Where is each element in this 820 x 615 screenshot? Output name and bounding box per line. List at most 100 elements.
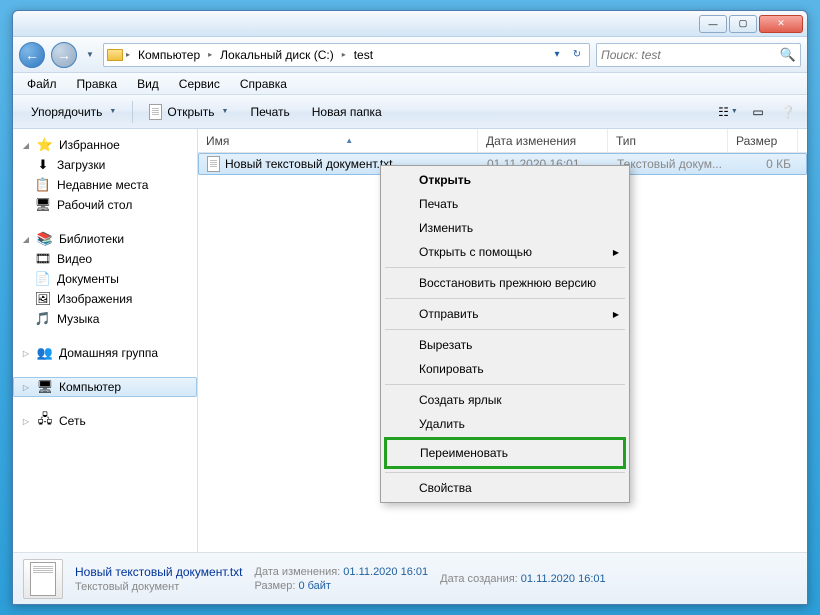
sidebar-computer[interactable]: ▷🖥Компьютер	[13, 377, 197, 397]
ctx-sendto[interactable]: Отправить	[383, 302, 627, 326]
ctx-delete[interactable]: Удалить	[383, 412, 627, 436]
column-headers: Имя▲ Дата изменения Тип Размер	[198, 129, 807, 153]
chevron-right-icon[interactable]: ▸	[206, 50, 214, 59]
search-icon[interactable]: 🔍	[780, 47, 796, 63]
open-button[interactable]: Открыть▼	[139, 100, 238, 124]
desktop-icon: 🖥	[35, 197, 51, 213]
menu-edit[interactable]: Правка	[67, 75, 128, 93]
details-size: 0 байт	[298, 580, 331, 592]
sidebar-libraries[interactable]: ◢📚Библиотеки	[13, 229, 197, 249]
sidebar-homegroup[interactable]: ▷👥Домашняя группа	[13, 343, 197, 363]
homegroup-icon: 👥	[37, 345, 53, 361]
separator	[385, 472, 625, 473]
ctx-rename[interactable]: Переименовать	[387, 440, 623, 466]
print-button[interactable]: Печать	[240, 101, 299, 123]
ctx-restore[interactable]: Восстановить прежнюю версию	[383, 271, 627, 295]
file-name: Новый текстовый документ.txt	[225, 157, 393, 171]
details-created: 01.11.2020 16:01	[521, 573, 606, 585]
menu-tools[interactable]: Сервис	[169, 75, 230, 93]
column-size[interactable]: Размер	[728, 129, 798, 152]
collapse-icon[interactable]: ◢	[21, 140, 31, 150]
breadcrumb-computer[interactable]: Компьютер	[132, 44, 206, 66]
column-date[interactable]: Дата изменения	[478, 129, 608, 152]
search-box[interactable]: 🔍	[596, 43, 801, 67]
sidebar-item-desktop[interactable]: 🖥Рабочий стол	[13, 195, 197, 215]
computer-icon: 🖥	[37, 379, 53, 395]
menu-file[interactable]: Файл	[17, 75, 67, 93]
expand-icon[interactable]: ▷	[21, 416, 31, 426]
details-modified: 01.11.2020 16:01	[343, 566, 428, 578]
search-input[interactable]	[601, 48, 780, 62]
organize-button[interactable]: Упорядочить▼	[21, 101, 126, 123]
separator	[385, 384, 625, 385]
breadcrumb-folder[interactable]: test	[348, 44, 379, 66]
ctx-open[interactable]: Открыть	[383, 168, 627, 192]
details-filetype: Текстовый документ	[75, 581, 243, 593]
recent-icon: 📋	[35, 177, 51, 193]
forward-button[interactable]: →	[51, 42, 77, 68]
details-pane: Новый текстовый документ.txt Текстовый д…	[13, 552, 807, 604]
menu-bar: Файл Правка Вид Сервис Справка	[13, 73, 807, 95]
view-options-button[interactable]: ☷▼	[717, 101, 739, 123]
close-button[interactable]: ✕	[759, 15, 803, 33]
column-type[interactable]: Тип	[608, 129, 728, 152]
separator	[132, 101, 133, 123]
navigation-pane: ◢⭐Избранное ⬇Загрузки 📋Недавние места 🖥Р…	[13, 129, 198, 552]
sidebar-favorites[interactable]: ◢⭐Избранное	[13, 135, 197, 155]
separator	[385, 329, 625, 330]
address-bar[interactable]: ▸ Компьютер ▸ Локальный диск (C:) ▸ test…	[103, 43, 590, 67]
ctx-properties[interactable]: Свойства	[383, 476, 627, 500]
back-button[interactable]: ←	[19, 42, 45, 68]
new-folder-button[interactable]: Новая папка	[302, 101, 392, 123]
ctx-copy[interactable]: Копировать	[383, 357, 627, 381]
chevron-right-icon[interactable]: ▸	[340, 50, 348, 59]
column-name[interactable]: Имя▲	[198, 129, 478, 152]
breadcrumb-drive[interactable]: Локальный диск (C:)	[214, 44, 340, 66]
menu-help[interactable]: Справка	[230, 75, 297, 93]
maximize-button[interactable]: ▢	[729, 15, 757, 33]
sidebar-item-videos[interactable]: 🎞Видео	[13, 249, 197, 269]
context-menu: Открыть Печать Изменить Открыть с помощь…	[380, 165, 630, 503]
highlight-box: Переименовать	[384, 437, 626, 469]
address-dropdown-button[interactable]: ▾	[547, 45, 567, 65]
document-icon: 📄	[35, 271, 51, 287]
music-icon: 🎵	[35, 311, 51, 327]
video-icon: 🎞	[35, 251, 51, 267]
sidebar-item-recent[interactable]: 📋Недавние места	[13, 175, 197, 195]
text-file-icon	[207, 156, 220, 172]
file-thumbnail	[23, 559, 63, 599]
chevron-right-icon[interactable]: ▸	[124, 50, 132, 59]
collapse-icon[interactable]: ◢	[21, 234, 31, 244]
sidebar-item-documents[interactable]: 📄Документы	[13, 269, 197, 289]
folder-icon	[106, 46, 124, 64]
separator	[385, 267, 625, 268]
nav-history-dropdown[interactable]: ▼	[83, 44, 97, 66]
picture-icon: 🖼	[35, 291, 51, 307]
help-button[interactable]: ❔	[777, 101, 799, 123]
sort-asc-icon: ▲	[345, 136, 353, 145]
ctx-cut[interactable]: Вырезать	[383, 333, 627, 357]
sidebar-item-pictures[interactable]: 🖼Изображения	[13, 289, 197, 309]
refresh-button[interactable]: ↻	[567, 45, 587, 65]
titlebar: — ▢ ✕	[13, 11, 807, 37]
preview-pane-button[interactable]: ▭	[747, 101, 769, 123]
minimize-button[interactable]: —	[699, 15, 727, 33]
sidebar-network[interactable]: ▷🖧Сеть	[13, 411, 197, 431]
network-icon: 🖧	[37, 413, 53, 429]
ctx-print[interactable]: Печать	[383, 192, 627, 216]
sidebar-item-music[interactable]: 🎵Музыка	[13, 309, 197, 329]
file-size: 0 КБ	[729, 157, 799, 171]
sidebar-item-downloads[interactable]: ⬇Загрузки	[13, 155, 197, 175]
navigation-bar: ← → ▼ ▸ Компьютер ▸ Локальный диск (C:) …	[13, 37, 807, 73]
ctx-shortcut[interactable]: Создать ярлык	[383, 388, 627, 412]
menu-view[interactable]: Вид	[127, 75, 169, 93]
library-icon: 📚	[37, 231, 53, 247]
details-filename: Новый текстовый документ.txt	[75, 565, 243, 579]
download-icon: ⬇	[35, 157, 51, 173]
expand-icon[interactable]: ▷	[21, 382, 31, 392]
expand-icon[interactable]: ▷	[21, 348, 31, 358]
ctx-edit[interactable]: Изменить	[383, 216, 627, 240]
ctx-openwith[interactable]: Открыть с помощью	[383, 240, 627, 264]
file-icon	[149, 104, 162, 120]
separator	[385, 298, 625, 299]
